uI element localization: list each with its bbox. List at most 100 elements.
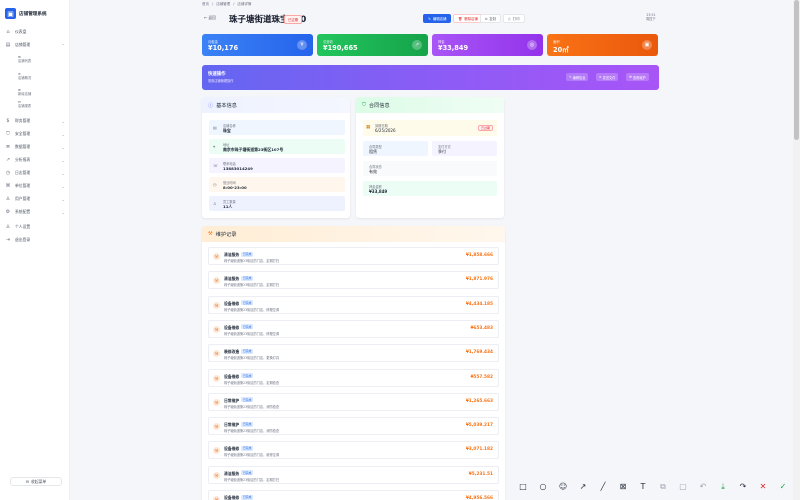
confirm-icon[interactable]: ✓	[773, 482, 793, 491]
store-icon: ▤	[5, 42, 11, 48]
quick-view-maint-button[interactable]: ⚒ 查看维护	[626, 73, 649, 81]
basic-info-field: ⌖ 地址 南京市珠子塘街道第23街区107号	[209, 139, 345, 154]
sidebar-item[interactable]: ≣ 数据管理 ⌄	[5, 142, 65, 152]
maintenance-record[interactable]: ⚒ 日常维护 已完成 珠子塘街道第23街区的门店，消防检查 ¥1,265.663	[208, 392, 499, 411]
text-tool-icon[interactable]: T	[633, 482, 653, 491]
area-icon: ▣	[642, 40, 652, 50]
sidebar-subitem[interactable]: ⊕ 店铺概况	[18, 72, 31, 81]
expiry-badge: 已过期	[477, 125, 493, 131]
record-description: 珠子塘街道第23街区的门店，修理空调	[224, 331, 280, 336]
logo-icon: ▣	[5, 8, 16, 19]
maintenance-record[interactable]: ⚒ 设备维修 已完成 珠子塘街道第23街区的门店，修理空调 ¥4,434.185	[208, 295, 499, 314]
breadcrumb-store-mgmt[interactable]: 店铺管理	[216, 2, 230, 7]
record-description: 珠子塘街道第23街区的门店，消防检查	[224, 404, 280, 409]
record-status-tag: 已完成	[241, 397, 254, 403]
record-description: 珠子塘街道第23街区的门店，更换灯具	[224, 356, 280, 361]
maintenance-record[interactable]: ⚒ 设备维修 已完成 珠子塘街道第23街区的门店，修理空调 ¥653.483	[208, 319, 499, 338]
copy-label: 复制	[489, 17, 497, 21]
save-icon[interactable]: ⤓	[713, 482, 733, 492]
share-icon[interactable]: ↷	[733, 482, 753, 491]
stat-value: ¥33,849	[438, 44, 469, 52]
sidebar-item-label: 个人设置	[15, 224, 31, 229]
sidebar-subitem[interactable]: ⊟ 店铺报表	[18, 100, 31, 109]
collapse-menu-button[interactable]: ⊟ 收起菜单	[10, 477, 62, 486]
shield-icon: ⛉	[6, 131, 10, 137]
maintenance-record[interactable]: ⚒ 清洁服务 已完成 珠子塘街道第23街区的门店，定期打扫 ¥1,858.666	[208, 247, 499, 265]
copy-button[interactable]: ⧉ 复制	[480, 14, 502, 23]
maintenance-record[interactable]: ⚒ 装修改造 已完成 珠子塘街道第23街区的门店，更换灯具 ¥1,769.434	[208, 344, 499, 363]
maintenance-record[interactable]: ⚒ 清洁服务 已完成 珠子塘街道第23街区的门店，定期打扫 ¥5,231.51	[208, 465, 499, 484]
sidebar-item[interactable]: ⌘ 单位管理 ⌄	[5, 181, 66, 191]
chevron-icon: ⌃	[61, 42, 65, 48]
undo-icon[interactable]: ↶	[693, 482, 713, 491]
quick-edit-info-button[interactable]: ✎ 编辑信息	[566, 73, 589, 81]
chevron-icon: ⌄	[61, 209, 65, 215]
logout-icon: ⇥	[5, 237, 11, 243]
wrench-icon: ⚒	[213, 398, 220, 406]
back-button[interactable]: ← 返回	[204, 15, 216, 21]
sidebar-item[interactable]: $ 财务管理 ⌄	[5, 116, 65, 126]
breadcrumb-home[interactable]: 首页	[202, 2, 209, 7]
wrench-icon: ⚒	[213, 374, 220, 382]
wrench-icon: ⚒	[213, 423, 220, 431]
rectangle-tool-icon[interactable]: □	[513, 482, 533, 491]
building-icon: ⌘	[5, 183, 11, 189]
subitem-label: 店铺列表	[18, 59, 32, 64]
record-description: 珠子塘街道第23街区的门店，定期打扫	[224, 283, 280, 288]
sidebar-item[interactable]: ↗ 分析报表 ⌄	[5, 155, 65, 165]
basic-info-header: ⓘ 基本信息	[202, 97, 350, 113]
sidebar-item-label: 系统配置	[15, 209, 31, 214]
pin-tool-icon[interactable]: ⧉	[653, 482, 673, 492]
sidebar: ▣ 店铺管理系统 ⌂ 仪表盘 ▤ 店铺管理 ⌃ $ 财务管理 ⌄ ⛉ 安全管理 ⌄ ≣ 数据管理 ⌄ ↗ 分析…	[0, 0, 70, 500]
sidebar-item[interactable]: ⌂ 仪表盘	[5, 27, 65, 37]
sidebar-item[interactable]: ▤ 店铺管理 ⌃	[5, 40, 65, 50]
breadcrumb-separator: /	[233, 2, 235, 6]
scrollbar-thumb[interactable]	[794, 0, 799, 140]
status-badge: 已过期	[284, 15, 303, 24]
maintenance-record[interactable]: ⚒ 清洁服务 已完成 珠子塘街道第23街区的门店，定期打扫 ¥1,871.976	[208, 271, 499, 290]
sidebar-item[interactable]: ⇥ 退出登录	[5, 235, 65, 245]
delete-store-button[interactable]: 🗑 删除店铺	[453, 14, 483, 23]
emoji-tool-icon[interactable]: ☺	[553, 482, 573, 491]
arrow-tool-icon[interactable]: ↗	[573, 482, 593, 491]
number-tool-icon[interactable]: ▢	[673, 482, 693, 491]
contract-info-header: ⛉ 合同信息	[356, 97, 504, 113]
basic-info-title: 基本信息	[216, 102, 237, 109]
sidebar-subitem[interactable]: ⊞ 新增店铺	[18, 88, 31, 97]
sidebar-item[interactable]: ♙ 用户管理 ⌄	[5, 194, 65, 204]
maintenance-record[interactable]: ⚒ 设备维修 已完成 珠子塘街道第23街区的门店，定期检查 ¥557.582	[208, 368, 499, 387]
chevron-icon: ⌄	[61, 170, 65, 176]
send-icon: ➤	[599, 75, 602, 79]
mosaic-tool-icon[interactable]: ⊠	[613, 482, 633, 491]
collapse-label: 收起菜单	[31, 478, 47, 484]
sidebar-item[interactable]: ⚙ 系统配置 ⌄	[5, 207, 65, 217]
sidebar-subitem[interactable]: ⊞ 店铺列表	[18, 55, 31, 64]
circle-tool-icon[interactable]: ○	[533, 482, 553, 491]
field-value: 珠宝	[223, 127, 231, 133]
app-logo[interactable]: ▣ 店铺管理系统	[5, 8, 47, 19]
record-status-tag: 已完成	[241, 348, 254, 354]
maintenance-record[interactable]: ⚒设备维修已完成珠子塘街道第23街区的门店，维修空调¥4,956.566	[208, 490, 499, 500]
edit-store-button[interactable]: ✎ 编辑店铺	[423, 14, 452, 23]
contract-status-value: 有效	[369, 168, 377, 174]
record-status-tag: 已完成	[241, 421, 254, 427]
maintenance-record[interactable]: ⚒ 设备维修 已完成 珠子塘街道第23街区的门店，维修空调 ¥3,071.182	[208, 441, 499, 460]
record-amount: ¥3,071.182	[465, 447, 493, 453]
edit-store-label: 编辑店铺	[432, 17, 447, 21]
line-tool-icon[interactable]: ╱	[593, 482, 613, 491]
print-button[interactable]: ⎙ 打印	[503, 14, 525, 23]
sidebar-item[interactable]: ♙ 个人设置	[5, 222, 65, 232]
cancel-icon[interactable]: ✕	[753, 482, 773, 491]
dollar-icon: $	[6, 118, 10, 124]
quick-actions-title: 快速操作	[208, 72, 226, 77]
record-description: 珠子塘街道第23街区的门店，修理空调	[224, 307, 280, 312]
sidebar-item-label: 单位管理	[15, 183, 31, 188]
sidebar-item[interactable]: ⛉ 安全管理 ⌄	[5, 129, 65, 139]
quick-send-file-button[interactable]: ➤ 发送文件	[596, 73, 619, 81]
basic-info-field: ◷ 营业时间 8:00-23:00	[209, 177, 345, 192]
stat-value: 20㎡	[553, 46, 569, 54]
field-icon: ♙	[213, 201, 217, 206]
chevron-icon: ⌄	[61, 118, 65, 124]
maintenance-record[interactable]: ⚒ 日常维护 已完成 珠子塘街道第23街区的门店，消防检查 ¥5,039.217	[208, 417, 499, 436]
sidebar-item[interactable]: ◷ 日志管理 ⌄	[5, 168, 65, 178]
